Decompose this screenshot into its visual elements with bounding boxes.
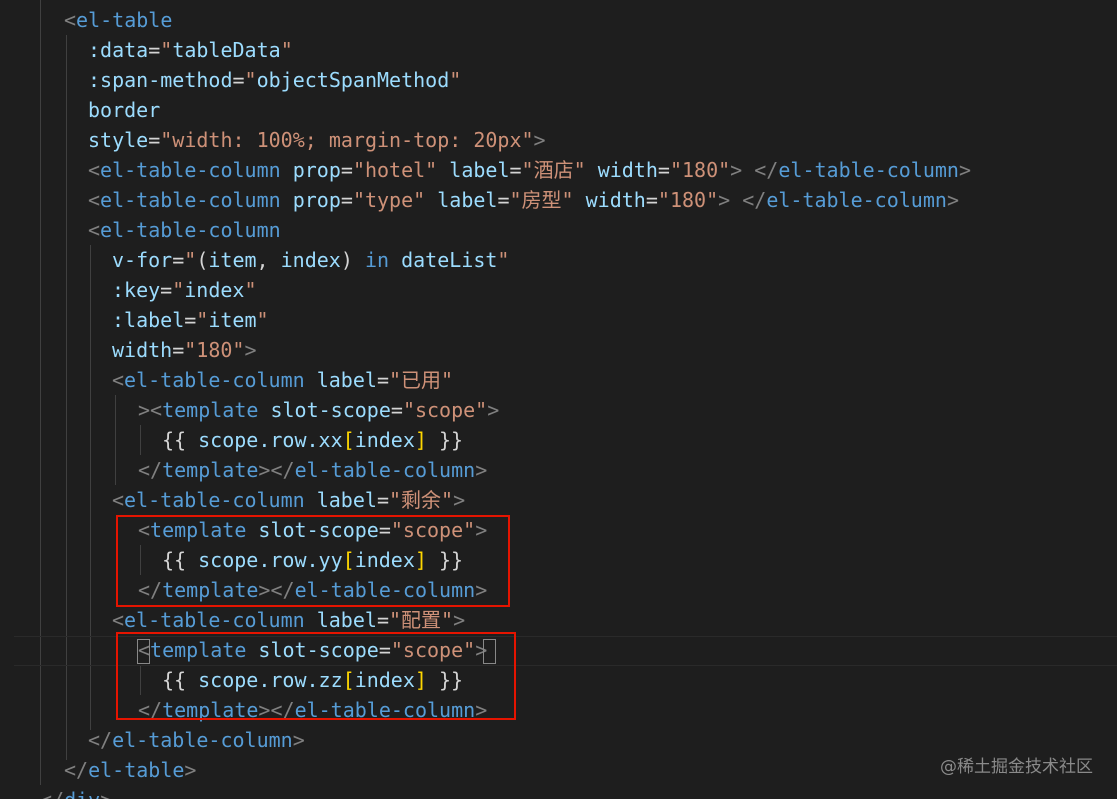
- code-line[interactable]: {{ scope.row.xx[index] }}: [162, 425, 463, 455]
- indent-guide: [115, 395, 116, 485]
- code-line[interactable]: <el-table-column: [88, 215, 281, 245]
- code-line[interactable]: <el-table-column label="剩余">: [112, 485, 465, 515]
- code-line[interactable]: <el-table-column prop="type" label="房型" …: [88, 185, 959, 215]
- code-line[interactable]: </el-table>: [64, 755, 196, 785]
- code-line[interactable]: :span-method="objectSpanMethod": [88, 65, 461, 95]
- code-line[interactable]: width="180">: [112, 335, 257, 365]
- code-line[interactable]: :data="tableData": [88, 35, 293, 65]
- code-line[interactable]: <el-table-column label="配置">: [112, 605, 465, 635]
- code-line[interactable]: v-for="(item, index) in dateList": [112, 245, 509, 275]
- code-line[interactable]: :label="item": [112, 305, 269, 335]
- code-editor[interactable]: <el-table:data="tableData":span-method="…: [0, 0, 1117, 799]
- code-line[interactable]: <el-table-column prop="hotel" label="酒店"…: [88, 155, 971, 185]
- indent-guide: [140, 425, 141, 455]
- code-line[interactable]: ><template slot-scope="scope">: [138, 395, 499, 425]
- annotation-box-remaining: [116, 515, 510, 607]
- code-line[interactable]: style="width: 100%; margin-top: 20px">: [88, 125, 546, 155]
- code-line[interactable]: <el-table-column label="已用": [112, 365, 453, 395]
- indent-guide: [40, 0, 41, 785]
- code-line[interactable]: <el-table: [64, 5, 172, 35]
- code-line[interactable]: </template></el-table-column>: [138, 455, 487, 485]
- code-line[interactable]: border: [88, 95, 160, 125]
- watermark: @稀土掘金技术社区: [940, 757, 1093, 777]
- code-line[interactable]: </div>: [40, 785, 112, 799]
- annotation-box-config: [116, 632, 516, 720]
- code-line[interactable]: </el-table-column>: [88, 725, 305, 755]
- code-line[interactable]: :key="index": [112, 275, 257, 305]
